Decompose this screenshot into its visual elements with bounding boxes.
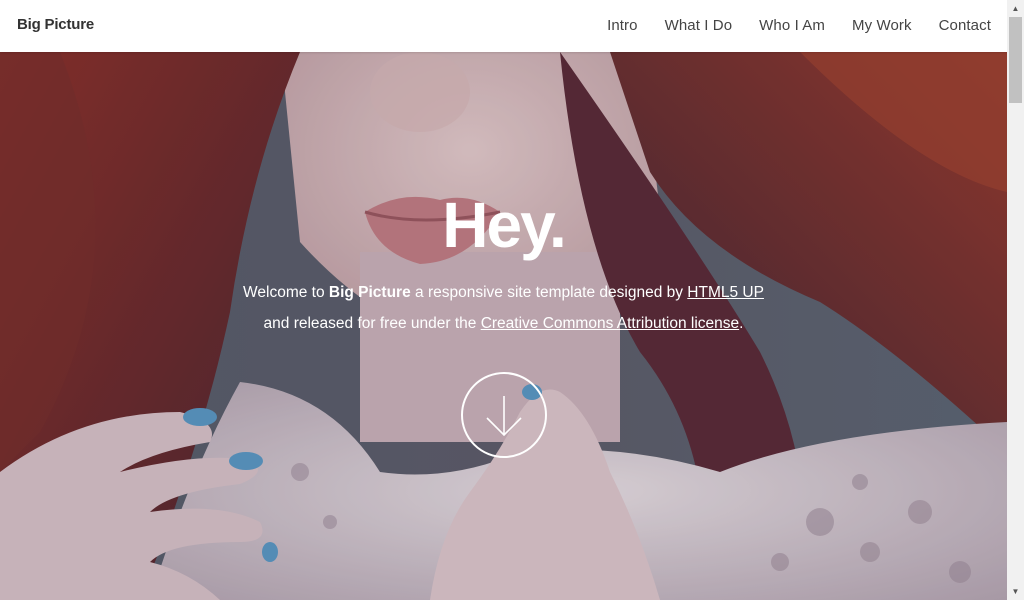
intro-text-1: Welcome to <box>243 284 329 301</box>
scrollbar-thumb[interactable] <box>1009 17 1022 103</box>
nav-item-what-i-do[interactable]: What I Do <box>665 17 733 34</box>
nav-item-my-work[interactable]: My Work <box>852 17 912 34</box>
scroll-down-button[interactable] <box>461 372 547 458</box>
site-logo[interactable]: Big Picture <box>17 16 94 33</box>
page: Big Picture Intro What I Do Who I Am My … <box>0 0 1024 600</box>
hero-section: Hey. Welcome to Big Picture a responsive… <box>0 52 1007 600</box>
nav-item-contact[interactable]: Contact <box>939 17 991 34</box>
hero-content: Hey. Welcome to Big Picture a responsive… <box>0 52 1007 600</box>
license-link[interactable]: Creative Commons Attribution license <box>481 315 739 332</box>
nav-item-who-i-am[interactable]: Who I Am <box>759 17 825 34</box>
intro-text-4: . <box>739 315 744 332</box>
intro-text-2: a responsive site template designed by <box>410 284 688 301</box>
scrollbar[interactable]: ▲ ▼ <box>1007 0 1024 600</box>
intro-text-3: and released for free under the <box>263 315 481 332</box>
site-header: Big Picture Intro What I Do Who I Am My … <box>0 0 1007 52</box>
intro-brand-name: Big Picture <box>328 284 411 301</box>
hero-intro-text: Welcome to Big Picture a responsive site… <box>0 277 1007 339</box>
scroll-down-arrow-icon[interactable]: ▼ <box>1007 583 1024 600</box>
scroll-up-arrow-icon[interactable]: ▲ <box>1007 0 1024 17</box>
main-nav: Intro What I Do Who I Am My Work Contact <box>580 17 991 34</box>
html5up-link[interactable]: HTML5 UP <box>687 284 764 301</box>
hero-title: Hey. <box>442 189 566 261</box>
arrow-down-icon <box>486 396 522 437</box>
nav-item-intro[interactable]: Intro <box>607 17 638 34</box>
